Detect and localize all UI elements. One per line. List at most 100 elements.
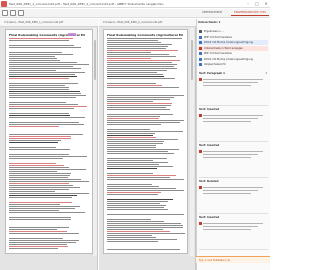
text-line (107, 194, 158, 195)
text-line (9, 187, 80, 188)
result-item[interactable]: Text: Deleted (199, 180, 268, 214)
text-line (107, 188, 176, 189)
text-line (107, 107, 166, 108)
result-title: Text: Inserted (199, 108, 220, 111)
result-item[interactable]: Text: Inserted (199, 144, 268, 178)
text-line (9, 83, 78, 84)
result-text-line (203, 79, 263, 80)
right-scrollbar-thumb[interactable] (191, 40, 193, 80)
text-line (9, 212, 86, 213)
result-title: Text: Inserted (199, 144, 220, 147)
file-type-icon (199, 30, 202, 33)
result-item[interactable]: Text: Paragraph 1 1 (199, 72, 268, 106)
text-line (9, 149, 71, 150)
result-text-line (203, 118, 258, 119)
tab-unterschiede[interactable]: UNTERSCHIEDE (195, 10, 229, 16)
compare-icon[interactable] (10, 10, 16, 16)
text-line (107, 231, 170, 232)
text-line (107, 52, 152, 53)
result-item[interactable]: Text: Inserted (199, 108, 268, 142)
text-line (9, 64, 89, 65)
left-file-path: C:\Users\...\Test_006_DMU_1_colored.indd… (4, 21, 64, 24)
window-title: Test_006_DMU_1_colored.indd.pdf - Test_0… (9, 2, 164, 6)
filter-item[interactable]: Unterschiede in Word anzeigen (198, 45, 268, 51)
file-type-icon (199, 52, 202, 55)
text-line (107, 153, 175, 154)
text-line (9, 136, 71, 137)
left-diff-highlight[interactable] (68, 33, 76, 36)
text-line (107, 201, 168, 202)
text-line (9, 66, 73, 67)
text-line (9, 68, 81, 69)
text-line (9, 138, 71, 139)
text-line (9, 248, 58, 249)
text-line (107, 177, 170, 178)
text-line (9, 134, 83, 135)
file-type-icon (199, 35, 202, 39)
result-item[interactable]: Text: Inserted (199, 216, 268, 250)
text-line (9, 47, 82, 48)
text-line (9, 219, 72, 220)
text-line (107, 74, 164, 75)
text-line (107, 137, 156, 138)
result-text-line (203, 190, 258, 191)
footer-filter-bar[interactable]: Typ 1 und Fußzeilen (1) (196, 256, 270, 263)
open-file-icon[interactable] (2, 10, 8, 16)
text-line (9, 38, 74, 39)
left-scrollbar-thumb[interactable] (94, 40, 96, 80)
text-line (107, 103, 173, 104)
file-type-icon (199, 63, 202, 66)
minimize-button[interactable]: – (244, 1, 252, 7)
text-line (107, 229, 163, 230)
text-line (9, 183, 69, 184)
result-text-line (203, 187, 263, 188)
text-line (107, 64, 177, 65)
result-text-line (203, 115, 263, 116)
text-line (9, 74, 75, 75)
text-line (107, 48, 166, 49)
text-line (9, 217, 71, 218)
text-line (9, 106, 88, 107)
text-line (9, 97, 77, 98)
text-line (107, 145, 156, 146)
result-number: 1 (265, 72, 267, 75)
tab-ergebnissen[interactable]: ERGEBNISSEN DES TYPS (231, 10, 269, 16)
text-line (107, 60, 181, 61)
text-line (107, 95, 184, 96)
text-line (9, 193, 89, 194)
text-line (107, 99, 171, 100)
text-line (9, 169, 86, 170)
text-line (9, 85, 65, 86)
text-line (9, 173, 71, 174)
text-line (107, 207, 164, 208)
close-button[interactable]: ✕ (262, 1, 270, 7)
text-line (107, 223, 182, 224)
result-text-line (203, 85, 251, 86)
text-line (107, 221, 164, 222)
text-line (9, 181, 89, 182)
text-line (107, 133, 156, 134)
change-type-icon (199, 222, 202, 225)
text-line (107, 151, 169, 152)
text-line (9, 158, 63, 159)
text-line (9, 238, 63, 239)
text-line (9, 70, 56, 71)
file-type-icon (199, 46, 202, 50)
text-line (107, 239, 177, 240)
text-line (107, 70, 167, 71)
result-title: Text: Inserted (199, 216, 220, 219)
text-line (107, 85, 162, 86)
text-line (107, 66, 174, 67)
right-page-title: Final Rulemaking Comments (Agricultural … (107, 33, 183, 37)
text-line (107, 219, 152, 220)
text-line (9, 175, 70, 176)
text-line (107, 118, 159, 119)
text-line (9, 244, 67, 245)
text-line (9, 156, 87, 157)
text-line (107, 237, 156, 238)
text-line (107, 124, 161, 125)
filter-label: Ergebnisse in ... (204, 30, 224, 33)
zoom-icon[interactable] (18, 10, 24, 16)
filter-item[interactable]: DOCX mit Modus Änderungsverfolgung (198, 40, 268, 45)
maximize-button[interactable]: □ (253, 1, 261, 7)
